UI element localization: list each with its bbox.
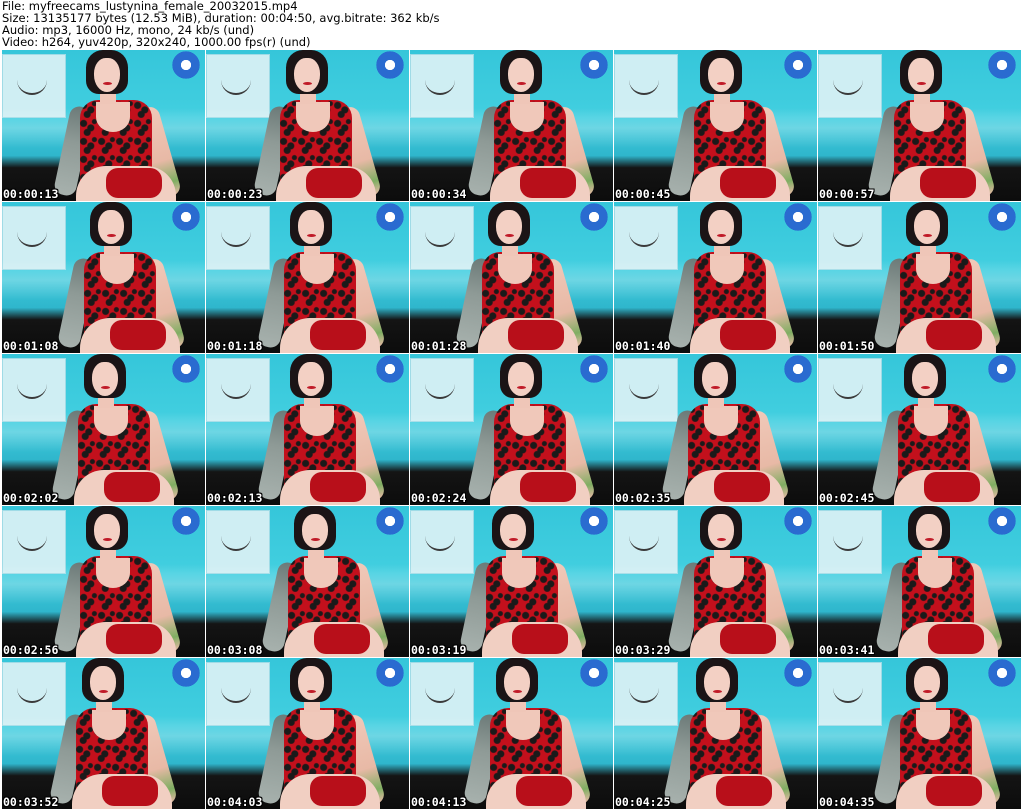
video-thumbnail: 00:02:02 — [2, 354, 205, 505]
video-thumbnail: 00:02:56 — [2, 506, 205, 657]
thumbnail-frame-image — [614, 506, 817, 657]
thumbnail-frame-image — [410, 506, 613, 657]
thumbnail-frame-image — [2, 354, 205, 505]
thumbnail-frame-image — [614, 658, 817, 809]
thumbnail-timestamp: 00:01:50 — [819, 339, 875, 353]
thumbnail-frame-image — [818, 354, 1021, 505]
thumbnail-timestamp: 00:01:18 — [207, 339, 263, 353]
thumbnail-timestamp: 00:01:28 — [411, 339, 467, 353]
video-thumbnail: 00:02:45 — [818, 354, 1021, 505]
video-thumbnail: 00:02:13 — [206, 354, 409, 505]
thumbnail-timestamp: 00:04:25 — [615, 795, 671, 809]
thumbnail-grid: 00:00:13 00:00:23 00:00:34 00:00:45 00:00:57… — [2, 50, 1022, 810]
thumbnail-timestamp: 00:01:08 — [3, 339, 59, 353]
thumbnail-timestamp: 00:03:41 — [819, 643, 875, 657]
thumbnail-frame-image — [818, 658, 1021, 809]
thumbnail-frame-image — [2, 506, 205, 657]
thumbnail-timestamp: 00:03:29 — [615, 643, 671, 657]
video-thumbnail: 00:04:35 — [818, 658, 1021, 809]
video-thumbnail: 00:00:34 — [410, 50, 613, 201]
thumbnail-frame-image — [614, 202, 817, 353]
thumbnail-timestamp: 00:03:52 — [3, 795, 59, 809]
thumbnail-timestamp: 00:01:40 — [615, 339, 671, 353]
video-thumbnail: 00:01:40 — [614, 202, 817, 353]
thumbnail-timestamp: 00:04:13 — [411, 795, 467, 809]
thumbnail-timestamp: 00:02:45 — [819, 491, 875, 505]
thumbnail-frame-image — [206, 658, 409, 809]
thumbnail-frame-image — [2, 202, 205, 353]
video-thumbnail: 00:00:45 — [614, 50, 817, 201]
thumbnail-timestamp: 00:02:35 — [615, 491, 671, 505]
thumbnail-frame-image — [818, 202, 1021, 353]
video-thumbnail: 00:02:35 — [614, 354, 817, 505]
thumbnail-frame-image — [2, 658, 205, 809]
video-thumbnail: 00:03:29 — [614, 506, 817, 657]
video-thumbnail: 00:04:25 — [614, 658, 817, 809]
thumbnail-timestamp: 00:02:56 — [3, 643, 59, 657]
thumbnail-timestamp: 00:00:45 — [615, 187, 671, 201]
thumbnail-timestamp: 00:00:13 — [3, 187, 59, 201]
thumbnail-frame-image — [206, 506, 409, 657]
video-thumbnail: 00:03:41 — [818, 506, 1021, 657]
thumbnail-timestamp: 00:04:03 — [207, 795, 263, 809]
thumbnail-frame-image — [410, 658, 613, 809]
video-thumbnail: 00:04:13 — [410, 658, 613, 809]
thumbnail-frame-image — [206, 202, 409, 353]
video-info-line: Video: h264, yuv420p, 320x240, 1000.00 f… — [2, 35, 311, 49]
video-thumbnail: 00:01:28 — [410, 202, 613, 353]
thumbnail-frame-image — [206, 354, 409, 505]
video-thumbnail: 00:02:24 — [410, 354, 613, 505]
video-thumbnail: 00:01:50 — [818, 202, 1021, 353]
thumbnail-timestamp: 00:02:13 — [207, 491, 263, 505]
video-info-header: File: myfreecams_lustynina_female_200320… — [2, 0, 1022, 50]
thumbnail-timestamp: 00:02:24 — [411, 491, 467, 505]
video-thumbnail: 00:01:08 — [2, 202, 205, 353]
video-thumbnail: 00:03:52 — [2, 658, 205, 809]
thumbnail-timestamp: 00:00:57 — [819, 187, 875, 201]
video-thumbnail: 00:00:57 — [818, 50, 1021, 201]
video-thumbnail: 00:01:18 — [206, 202, 409, 353]
thumbnail-timestamp: 00:02:02 — [3, 491, 59, 505]
video-thumbnail: 00:03:19 — [410, 506, 613, 657]
thumbnail-frame-image — [410, 354, 613, 505]
thumbnail-frame-image — [818, 50, 1021, 201]
thumbnail-timestamp: 00:03:19 — [411, 643, 467, 657]
thumbnail-frame-image — [2, 50, 205, 201]
video-thumbnail: 00:03:08 — [206, 506, 409, 657]
video-thumbnail: 00:04:03 — [206, 658, 409, 809]
thumbnail-timestamp: 00:00:34 — [411, 187, 467, 201]
thumbnail-timestamp: 00:04:35 — [819, 795, 875, 809]
thumbnail-frame-image — [410, 202, 613, 353]
thumbnail-frame-image — [410, 50, 613, 201]
thumbnail-frame-image — [614, 50, 817, 201]
thumbnail-timestamp: 00:00:23 — [207, 187, 263, 201]
thumbnail-frame-image — [818, 506, 1021, 657]
thumbnail-frame-image — [206, 50, 409, 201]
thumbnail-timestamp: 00:03:08 — [207, 643, 263, 657]
video-thumbnail: 00:00:13 — [2, 50, 205, 201]
thumbnail-frame-image — [614, 354, 817, 505]
video-thumbnail: 00:00:23 — [206, 50, 409, 201]
